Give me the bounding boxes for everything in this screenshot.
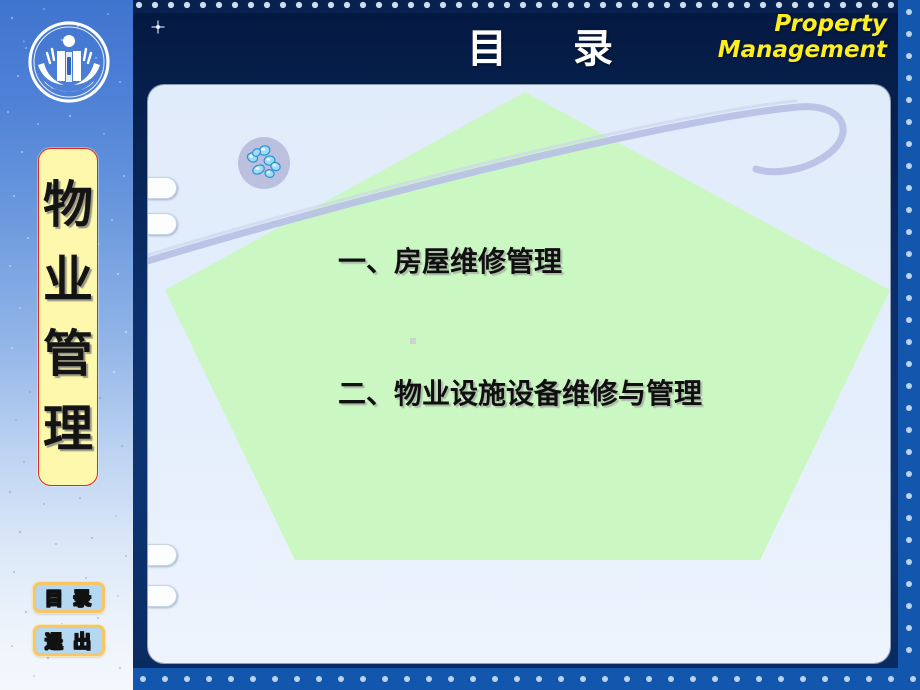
binding-ring bbox=[148, 213, 177, 235]
binding-ring bbox=[148, 585, 177, 607]
bottom-dotted-band bbox=[133, 668, 920, 690]
nav-button-exit-label: 退 出 bbox=[44, 631, 94, 653]
university-emblem-logo bbox=[28, 21, 110, 103]
nav-button-contents[interactable]: 目 录 bbox=[33, 582, 105, 613]
binding-ring bbox=[148, 544, 177, 566]
list-item[interactable]: 一、房屋维修管理 bbox=[338, 240, 878, 280]
content-card: 一、房屋维修管理 二、物业设施设备维修与管理 bbox=[148, 85, 890, 663]
page-title: 目 录 bbox=[467, 25, 639, 72]
sparkle-icon bbox=[151, 20, 165, 34]
binding-ring bbox=[148, 177, 177, 199]
brand-line-1: Property bbox=[774, 11, 887, 37]
left-sidebar: 物 业 管 理 目 录 退 出 bbox=[0, 0, 133, 690]
molecule-cluster-icon bbox=[238, 137, 290, 189]
vertical-title-card: 物 业 管 理 bbox=[38, 148, 98, 486]
vertical-title-char-2: 业 bbox=[43, 249, 93, 309]
vertical-title-char-3: 管 bbox=[43, 324, 93, 384]
nav-button-exit[interactable]: 退 出 bbox=[33, 625, 105, 656]
vertical-title-char-4: 理 bbox=[43, 399, 93, 459]
vertical-title-char-1: 物 bbox=[43, 174, 93, 234]
list-item[interactable]: 二、物业设施设备维修与管理 bbox=[338, 372, 878, 412]
contents-list: 一、房屋维修管理 二、物业设施设备维修与管理 bbox=[338, 240, 878, 412]
presentation-slide: 物 业 管 理 目 录 退 出 目 录 Property Management … bbox=[0, 0, 920, 690]
brand-text: Property Management bbox=[717, 11, 887, 64]
right-dotted-band bbox=[898, 0, 920, 690]
slide-body-panel: 目 录 Property Management 一、房屋维修管理 二、物业设施设… bbox=[133, 0, 920, 690]
brand-line-2: Management bbox=[717, 36, 887, 63]
nav-button-contents-label: 目 录 bbox=[44, 588, 94, 610]
